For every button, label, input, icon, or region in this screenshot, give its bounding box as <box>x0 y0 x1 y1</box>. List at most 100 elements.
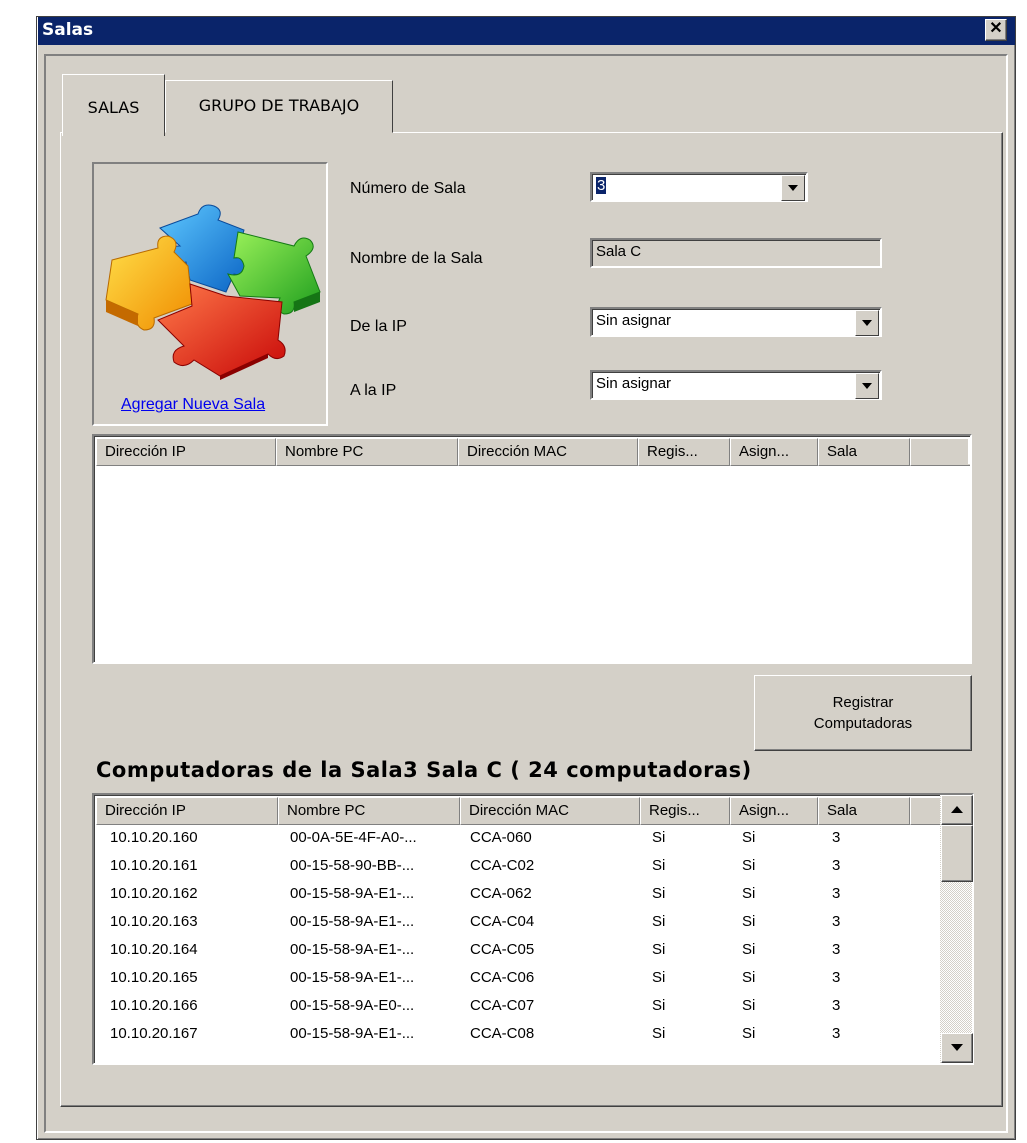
cell-nombre-pc: 00-0A-5E-4F-A0-... <box>290 829 417 846</box>
col-sala[interactable]: Sala <box>818 438 910 466</box>
cell-asignado: Si <box>742 913 756 930</box>
nombre-sala-label: Nombre de la Sala <box>350 250 483 267</box>
cell-nombre-pc: 00-15-58-9A-E1-... <box>290 885 415 902</box>
table-row[interactable]: 10.10.20.162 00-15-58-9A-E1-... CCA-062 Si S… <box>96 881 942 907</box>
cell-mac: CCA-062 <box>470 885 532 902</box>
vertical-scrollbar[interactable] <box>940 795 973 1063</box>
cell-registrado: Si <box>652 857 666 874</box>
cell-mac: CCA-060 <box>470 829 532 846</box>
table-row[interactable]: 10.10.20.167 00-15-58-9A-E1-... CCA-C08 Si S… <box>96 1021 942 1047</box>
cell-sala: 3 <box>832 969 841 986</box>
scroll-thumb[interactable] <box>941 825 973 882</box>
nombre-sala-field[interactable]: Sala C <box>590 238 882 268</box>
table-row[interactable]: 10.10.20.166 00-15-58-9A-E0-... CCA-C07 Si S… <box>96 993 942 1019</box>
computers-heading: Computadoras de la Sala3 Sala C ( 24 com… <box>96 758 752 782</box>
cell-asignado: Si <box>742 885 756 902</box>
col-asignado[interactable]: Asign... <box>730 438 818 466</box>
cell-ip: 10.10.20.160 <box>110 829 198 846</box>
cell-nombre-pc: 00-15-58-9A-E0-... <box>290 997 415 1014</box>
window-title: Salas <box>42 20 94 40</box>
cell-sala: 3 <box>832 857 841 874</box>
registrar-computadoras-button[interactable]: Registrar Computadoras <box>754 675 972 751</box>
col-nombre-pc[interactable]: Nombre PC <box>278 797 460 825</box>
cell-ip: 10.10.20.165 <box>110 969 198 986</box>
a-la-ip-label: A la IP <box>350 382 397 399</box>
scroll-down-icon[interactable] <box>941 1033 973 1063</box>
cell-ip: 10.10.20.166 <box>110 997 198 1014</box>
cell-ip: 10.10.20.167 <box>110 1025 198 1042</box>
nombre-sala-value: Sala C <box>596 243 642 260</box>
col-nombre-pc[interactable]: Nombre PC <box>276 438 458 466</box>
col-registrado[interactable]: Regis... <box>638 438 730 466</box>
cell-sala: 3 <box>832 829 841 846</box>
cell-mac: CCA-C07 <box>470 997 535 1014</box>
cell-registrado: Si <box>652 969 666 986</box>
col-registrado[interactable]: Regis... <box>640 797 730 825</box>
cell-asignado: Si <box>742 997 756 1014</box>
col-filler <box>910 797 942 825</box>
cell-registrado: Si <box>652 913 666 930</box>
table-row[interactable]: 10.10.20.163 00-15-58-9A-E1-... CCA-C04 Si S… <box>96 909 942 935</box>
col-direccion-mac[interactable]: Dirección MAC <box>460 797 640 825</box>
cell-registrado: Si <box>652 941 666 958</box>
cell-registrado: Si <box>652 997 666 1014</box>
agregar-nueva-sala-link[interactable]: Agregar Nueva Sala <box>121 396 265 414</box>
cell-asignado: Si <box>742 969 756 986</box>
cell-nombre-pc: 00-15-58-9A-E1-... <box>290 913 415 930</box>
de-la-ip-select[interactable]: Sin asignar <box>590 307 882 337</box>
table-row[interactable]: 10.10.20.160 00-0A-5E-4F-A0-... CCA-060 Si S… <box>96 825 942 851</box>
table-row[interactable]: 10.10.20.164 00-15-58-9A-E1-... CCA-C05 Si S… <box>96 937 942 963</box>
chevron-down-icon[interactable] <box>855 373 879 399</box>
tab-grupo-de-trabajo[interactable]: GRUPO DE TRABAJO <box>165 80 393 133</box>
col-direccion-mac[interactable]: Dirección MAC <box>458 438 638 466</box>
de-la-ip-label: De la IP <box>350 318 407 335</box>
scroll-up-icon[interactable] <box>941 795 973 825</box>
cell-registrado: Si <box>652 1025 666 1042</box>
cell-ip: 10.10.20.162 <box>110 885 198 902</box>
numero-sala-value: 3 <box>596 177 607 194</box>
col-filler <box>910 438 970 466</box>
cell-ip: 10.10.20.163 <box>110 913 198 930</box>
cell-asignado: Si <box>742 829 756 846</box>
available-computers-list[interactable]: Dirección IP Nombre PC Dirección MAC Reg… <box>92 434 972 664</box>
cell-mac: CCA-C04 <box>470 913 535 930</box>
de-la-ip-value: Sin asignar <box>596 312 672 329</box>
chevron-down-icon[interactable] <box>855 310 879 336</box>
cell-asignado: Si <box>742 941 756 958</box>
tab-salas[interactable]: SALAS <box>62 74 165 136</box>
register-line-2: Computadoras <box>813 715 913 732</box>
cell-nombre-pc: 00-15-58-9A-E1-... <box>290 941 415 958</box>
puzzle-icon <box>105 204 321 380</box>
cell-mac: CCA-C05 <box>470 941 535 958</box>
chevron-down-icon[interactable] <box>781 175 805 201</box>
cell-sala: 3 <box>832 941 841 958</box>
a-la-ip-select[interactable]: Sin asignar <box>590 370 882 400</box>
cell-mac: CCA-C08 <box>470 1025 535 1042</box>
cell-sala: 3 <box>832 885 841 902</box>
cell-nombre-pc: 00-15-58-90-BB-... <box>290 857 415 874</box>
cell-sala: 3 <box>832 997 841 1014</box>
list-header: Dirección IP Nombre PC Dirección MAC Reg… <box>96 797 970 825</box>
col-direccion-ip[interactable]: Dirección IP <box>96 438 276 466</box>
list-header: Dirección IP Nombre PC Dirección MAC Reg… <box>96 438 970 466</box>
cell-asignado: Si <box>742 1025 756 1042</box>
numero-sala-label: Número de Sala <box>350 180 466 197</box>
cell-sala: 3 <box>832 1025 841 1042</box>
cell-nombre-pc: 00-15-58-9A-E1-... <box>290 1025 415 1042</box>
table-row[interactable]: 10.10.20.165 00-15-58-9A-E1-... CCA-C06 Si S… <box>96 965 942 991</box>
cell-asignado: Si <box>742 857 756 874</box>
a-la-ip-value: Sin asignar <box>596 375 672 392</box>
numero-sala-select[interactable]: 3 <box>590 172 808 202</box>
cell-ip: 10.10.20.164 <box>110 941 198 958</box>
close-icon: ✕ <box>989 20 1003 37</box>
sala-computers-list[interactable]: Dirección IP Nombre PC Dirección MAC Reg… <box>92 793 974 1065</box>
close-button[interactable]: ✕ <box>985 19 1007 41</box>
table-row[interactable]: 10.10.20.161 00-15-58-90-BB-... CCA-C02 Si S… <box>96 853 942 879</box>
cell-ip: 10.10.20.161 <box>110 857 198 874</box>
cell-mac: CCA-C06 <box>470 969 535 986</box>
col-sala[interactable]: Sala <box>818 797 910 825</box>
title-bar[interactable] <box>38 17 1015 45</box>
col-direccion-ip[interactable]: Dirección IP <box>96 797 278 825</box>
cell-sala: 3 <box>832 913 841 930</box>
col-asignado[interactable]: Asign... <box>730 797 818 825</box>
